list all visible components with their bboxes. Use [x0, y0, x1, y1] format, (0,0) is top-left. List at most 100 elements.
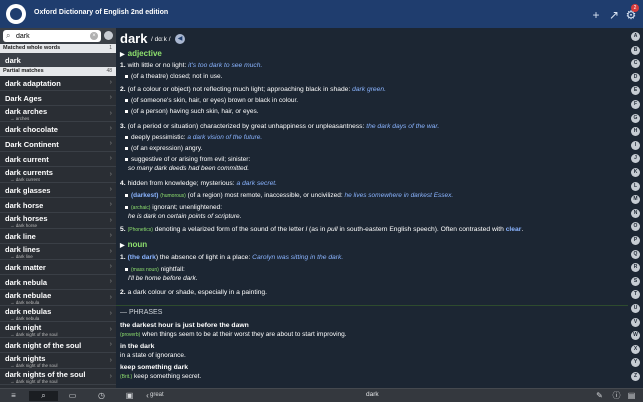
chevron-right-icon: ›: [109, 201, 112, 208]
list-item[interactable]: dark line ›: [0, 229, 116, 244]
back-label[interactable]: great: [150, 392, 164, 398]
chevron-right-icon: ›: [109, 357, 112, 364]
search-input[interactable]: [16, 31, 86, 41]
phrases-header[interactable]: — PHRASES: [120, 309, 162, 316]
chevron-right-icon: ›: [109, 341, 112, 348]
headword: dark: [120, 31, 148, 46]
search-tab-icon[interactable]: ⌕: [29, 391, 58, 401]
example: I'll be home before dark.: [128, 275, 198, 282]
list-item[interactable]: dark chocolate ›: [0, 122, 116, 137]
alphabet-letter[interactable]: X: [631, 344, 640, 354]
alphabet-letter[interactable]: B: [631, 45, 640, 55]
alphabet-letter[interactable]: O: [631, 222, 640, 232]
sense-1: 1. with little or no light: it's too dark…: [120, 62, 263, 69]
chevron-right-icon: ›: [109, 79, 112, 86]
entry-view: dark / dɑːk / ◀ ▶ adjective 1. with little…: [116, 28, 628, 388]
search-box[interactable]: ⌕ ×: [3, 30, 101, 42]
history-icon[interactable]: ◷: [96, 391, 107, 401]
list-item[interactable]: dark night → dark night of the soul ›: [0, 322, 116, 338]
list-item[interactable]: dark nights → dark night of the soul ›: [0, 353, 116, 369]
alphabet-letter[interactable]: T: [631, 290, 640, 300]
alphabet-letter[interactable]: A: [631, 32, 640, 41]
phrase-definition: in a state of ignorance.: [120, 352, 186, 359]
partial-count: 48: [106, 68, 112, 74]
sense-4: 4. hidden from knowledge; mysterious: a d…: [120, 180, 278, 187]
divider: [116, 305, 628, 306]
list-item-redirect: → dark night of the soul: [10, 332, 58, 337]
list-item[interactable]: dark nebulae → dark nebula ›: [0, 290, 116, 306]
title-bar: Oxford Dictionary of English 2nd edition…: [0, 0, 643, 28]
present-icon[interactable]: ▤: [626, 391, 637, 401]
alphabet-letter[interactable]: L: [631, 181, 640, 191]
oxford-logo-icon: [6, 4, 26, 24]
list-item[interactable]: dark lines → dark line ›: [0, 244, 116, 260]
book-icon[interactable]: ▭: [67, 391, 78, 401]
list-item[interactable]: dark: [0, 53, 116, 67]
subsense: suggestive of or arising from evil; sini…: [125, 156, 250, 163]
pronunciation: / dɑːk /: [151, 36, 171, 43]
alphabet-letter[interactable]: C: [631, 59, 640, 69]
alphabet-letter[interactable]: D: [631, 72, 640, 82]
alphabet-letter[interactable]: J: [631, 154, 640, 164]
alphabet-letter[interactable]: H: [631, 127, 640, 137]
list-item-redirect: → dark nebula: [10, 316, 40, 321]
list-item[interactable]: dark nights of the soul → dark night of t…: [0, 369, 116, 385]
plus-icon[interactable]: +: [589, 8, 603, 22]
list-item[interactable]: dark current ›: [0, 152, 116, 167]
list-item-redirect: → arches: [10, 116, 30, 121]
list-item[interactable]: dark arches → arches ›: [0, 106, 116, 122]
list-item[interactable]: dark currents → dark current ›: [0, 167, 116, 183]
list-item[interactable]: dark adaptation ›: [0, 76, 116, 91]
pos-noun[interactable]: ▶ noun: [120, 240, 147, 249]
sense-5: 5. (Phonetics) denoting a velarized form …: [120, 226, 524, 233]
chevron-right-icon: ›: [109, 278, 112, 285]
settings-badge: 2: [631, 4, 639, 12]
example: so many dark deeds had been committed.: [128, 165, 250, 172]
alphabet-letter[interactable]: Y: [631, 358, 640, 368]
alphabet-letter[interactable]: M: [631, 195, 640, 205]
chevron-right-icon: ›: [109, 326, 112, 333]
list-item[interactable]: dark nebulas → dark nebula ›: [0, 306, 116, 322]
list-item-redirect: → dark night of the soul: [10, 363, 58, 368]
clear-link[interactable]: clear: [506, 226, 522, 233]
list-item[interactable]: dark horses → dark horse ›: [0, 213, 116, 229]
info-icon[interactable]: ⓘ: [611, 391, 622, 401]
alphabet-letter[interactable]: Z: [631, 372, 640, 381]
matched-header: Matched whole words 1: [0, 44, 116, 53]
list-item[interactable]: dark matter ›: [0, 260, 116, 275]
phrase-title: the darkest hour is just before the dawn: [120, 322, 249, 329]
noun-sense-1: 1. (the dark) the absence of light in a p…: [120, 254, 344, 261]
alphabet-letter[interactable]: K: [631, 168, 640, 177]
share-icon[interactable]: ↗: [607, 8, 621, 22]
alphabet-letter[interactable]: U: [631, 304, 640, 313]
edit-icon[interactable]: ✎: [594, 391, 605, 401]
alphabet-letter[interactable]: R: [631, 263, 640, 273]
alphabet-letter[interactable]: P: [631, 236, 640, 245]
subsense: (archaic) ignorant; unenlightened:: [125, 204, 222, 211]
audio-icon[interactable]: ◀: [175, 34, 185, 44]
chevron-right-icon: ›: [109, 94, 112, 101]
menu-icon[interactable]: ≡: [8, 391, 19, 401]
wildcard-search-icon[interactable]: [104, 31, 113, 40]
alphabet-letter[interactable]: Q: [631, 249, 640, 259]
list-item[interactable]: dark night of the soul ›: [0, 338, 116, 353]
list-item[interactable]: Dark Continent ›: [0, 137, 116, 152]
list-item[interactable]: dark nebula ›: [0, 275, 116, 290]
sidebar-toggle-icon[interactable]: ▣: [124, 391, 135, 401]
alphabet-letter[interactable]: G: [631, 113, 640, 123]
alphabet-letter[interactable]: W: [631, 331, 640, 341]
pos-adjective[interactable]: ▶ adjective: [120, 49, 162, 58]
alphabet-letter[interactable]: F: [631, 100, 640, 109]
alphabet-letter[interactable]: V: [631, 317, 640, 327]
alphabet-letter[interactable]: I: [631, 140, 640, 150]
chevron-right-icon: ›: [109, 310, 112, 317]
alphabet-letter[interactable]: N: [631, 208, 640, 218]
phrase-title: keep something dark: [120, 364, 188, 371]
list-item[interactable]: Dark Ages ›: [0, 91, 116, 106]
clear-icon[interactable]: ×: [90, 32, 98, 40]
list-item[interactable]: dark glasses ›: [0, 183, 116, 198]
alphabet-letter[interactable]: E: [631, 86, 640, 96]
alphabet-letter[interactable]: S: [631, 276, 640, 286]
list-item[interactable]: dark horse ›: [0, 198, 116, 213]
current-word: dark: [366, 391, 379, 398]
